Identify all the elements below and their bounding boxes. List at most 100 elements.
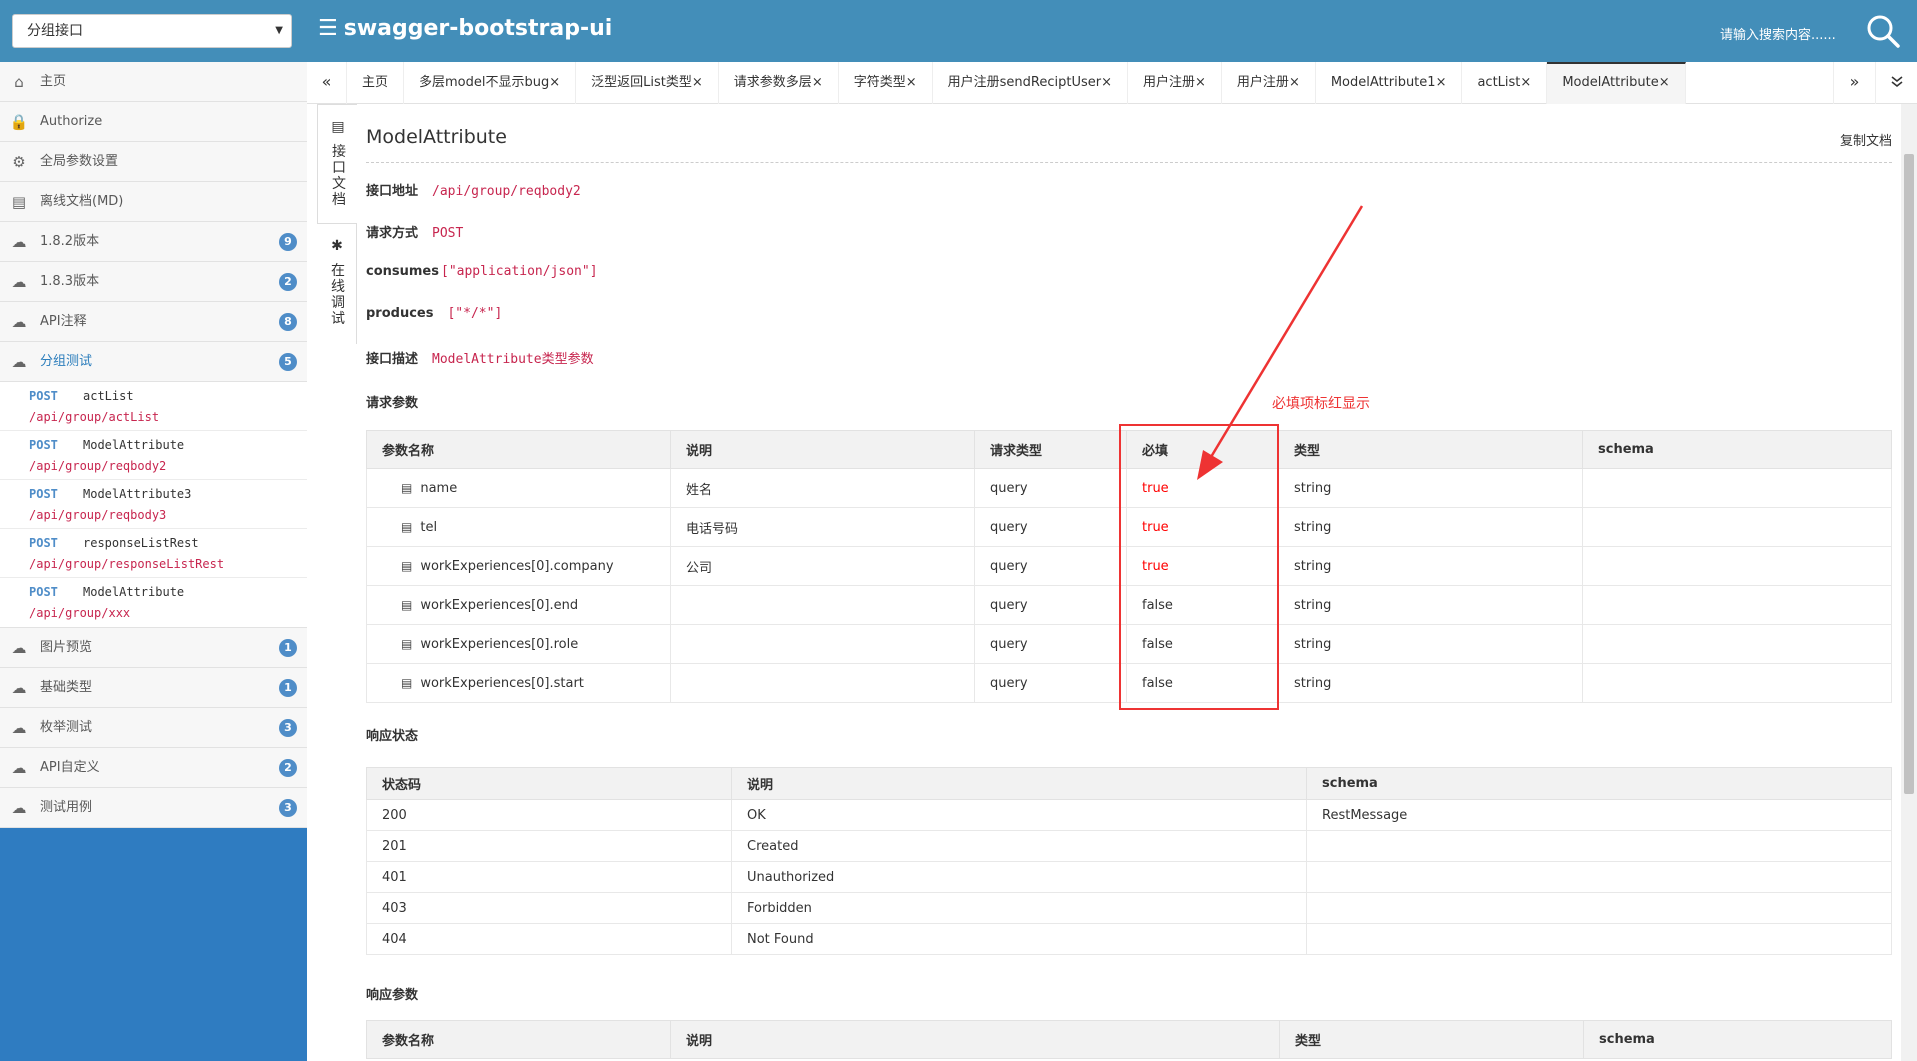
sidebar-item[interactable]: ☁ 测试用例 3	[0, 788, 307, 828]
sidebar-item[interactable]: ☁ 1.8.2版本 9	[0, 222, 307, 262]
status-desc: Unauthorized	[731, 861, 1307, 893]
sidebar-nav: ⌂ 主页 🔒 Authorize ⚙ 全局参数设置 ▤ 离线文档(MD) ☁ 1.8.2版本 9 ☁ 1…	[0, 62, 307, 828]
tab[interactable]: 请求参数多层×	[719, 62, 839, 104]
count-badge: 3	[279, 799, 297, 817]
document-icon: ▤	[11, 193, 27, 211]
group-select-value: 分组接口	[27, 23, 83, 39]
tab-scroll-right-button[interactable]: »	[1833, 62, 1875, 104]
tab-scroll-left-button[interactable]: «	[307, 62, 347, 104]
table-row: 403 Forbidden	[366, 892, 1892, 924]
tab[interactable]: 用户注册×	[1128, 62, 1222, 104]
cloud-icon: ☁	[11, 679, 27, 697]
sidebar-item[interactable]: 🔒 Authorize	[0, 102, 307, 142]
sidebar-item[interactable]: ▤ 离线文档(MD)	[0, 182, 307, 222]
param-in: query	[974, 546, 1127, 586]
tab-dropdown-button[interactable]	[1875, 62, 1917, 104]
param-type: string	[1278, 507, 1583, 547]
close-icon[interactable]: ×	[1436, 75, 1447, 90]
sidebar-item[interactable]: ☁ 基础类型 1	[0, 668, 307, 708]
api-name: responseListRest	[83, 536, 199, 550]
col-header: 参数名称	[366, 430, 671, 469]
tab[interactable]: 泛型返回List类型×	[576, 62, 719, 104]
cloud-icon: ☁	[11, 353, 27, 371]
sidebar-item[interactable]: ⌂ 主页	[0, 62, 307, 102]
api-item-line: POST ModelAttribute	[29, 435, 307, 455]
close-icon[interactable]: ×	[1195, 75, 1206, 90]
resp-status-label: 响应状态	[366, 729, 419, 744]
param-name: workExperiences[0].role	[420, 636, 579, 652]
col-header: 请求类型	[974, 430, 1127, 469]
tab[interactable]: actList×	[1462, 62, 1548, 104]
table-header-row: 参数名称 说明 类型 schema	[366, 1020, 1892, 1059]
param-name-cell: ▤ workExperiences[0].role	[366, 624, 671, 664]
sidebar-item-label: 离线文档(MD)	[40, 194, 124, 209]
sidebar-api-item[interactable]: POST responseListRest/api/group/responseL…	[0, 529, 307, 578]
search-input[interactable]: 请输入搜索内容......	[1720, 24, 1836, 43]
tab[interactable]: ModelAttribute1×	[1316, 62, 1463, 104]
sidebar-api-item[interactable]: POST ModelAttribute3/api/group/reqbody3	[0, 480, 307, 529]
api-path: /api/group/responseListRest	[29, 557, 225, 571]
sidebar-item[interactable]: ☁ API注释 8	[0, 302, 307, 342]
response-params-table: 参数名称 说明 类型 schema	[366, 1020, 1892, 1059]
tab[interactable]: 主页	[347, 62, 405, 104]
field-url-value: /api/group/reqbody2	[432, 184, 581, 199]
tab-api-doc-label: ▤ 接口文档	[328, 119, 348, 207]
tab[interactable]: 多层model不显示bug×	[404, 62, 577, 104]
sidebar-item[interactable]: ⚙ 全局参数设置	[0, 142, 307, 182]
http-method: POST	[29, 536, 58, 550]
close-icon[interactable]: ×	[1520, 75, 1531, 90]
tab-online-debug[interactable]: ✱ 在线调试	[317, 224, 357, 344]
status-schema	[1306, 892, 1892, 924]
http-method: POST	[29, 438, 58, 452]
sidebar-item-label: 1.8.3版本	[40, 274, 100, 289]
content-scrollbar[interactable]	[1901, 104, 1917, 1061]
sidebar-api-item[interactable]: POST ModelAttribute/api/group/xxx	[0, 578, 307, 627]
col-header: 类型	[1279, 1020, 1584, 1059]
page-title: ModelAttribute	[366, 126, 507, 148]
close-icon[interactable]: ×	[812, 75, 823, 90]
param-type: string	[1278, 546, 1583, 586]
table-row: 401 Unauthorized	[366, 861, 1892, 893]
debug-icon: ✱	[329, 238, 345, 256]
sidebar-item[interactable]: ☁ 枚举测试 3	[0, 708, 307, 748]
count-badge: 1	[279, 679, 297, 697]
tab[interactable]: ModelAttribute×	[1547, 62, 1686, 104]
tab[interactable]: 用户注册×	[1222, 62, 1316, 104]
sidebar-item-label: Authorize	[40, 114, 103, 129]
status-code: 201	[366, 830, 732, 862]
req-params-label: 请求参数	[366, 396, 419, 411]
field-produces-value: ["*/*"]	[447, 306, 503, 321]
tab[interactable]: 字符类型×	[839, 62, 933, 104]
sidebar-item[interactable]: ☁ 分组测试 5	[0, 342, 307, 382]
close-icon[interactable]: ×	[1101, 75, 1112, 90]
close-icon[interactable]: ×	[1659, 75, 1670, 90]
status-desc: OK	[731, 799, 1307, 831]
close-icon[interactable]: ×	[692, 75, 703, 90]
close-icon[interactable]: ×	[549, 75, 560, 90]
copy-doc-button[interactable]: 复制文档	[1840, 130, 1892, 149]
sidebar-item[interactable]: ☁ API自定义 2	[0, 748, 307, 788]
sidebar-sub-list: POST actList/api/group/actList POST ModelAt…	[0, 382, 307, 628]
scroll-thumb[interactable]	[1904, 154, 1914, 794]
close-icon[interactable]: ×	[906, 75, 917, 90]
menu-toggle-icon[interactable]: ☰	[318, 16, 338, 41]
brand-title: swagger-bootstrap-ui	[343, 16, 613, 41]
search-icon[interactable]	[1864, 12, 1902, 50]
api-name: actList	[83, 389, 134, 403]
sidebar-item-label: API自定义	[40, 760, 100, 775]
sidebar-api-item[interactable]: POST ModelAttribute/api/group/reqbody2	[0, 431, 307, 480]
close-icon[interactable]: ×	[1289, 75, 1300, 90]
param-in: query	[974, 663, 1127, 703]
sidebar-api-item[interactable]: POST actList/api/group/actList	[0, 382, 307, 431]
api-path: /api/group/reqbody2	[29, 459, 167, 473]
param-name: name	[420, 480, 458, 496]
brand[interactable]: ☰ swagger-bootstrap-ui	[318, 16, 612, 41]
param-desc: 电话号码	[670, 507, 975, 547]
tab-api-doc[interactable]: ▤ 接口文档	[317, 104, 357, 224]
sidebar-item[interactable]: ☁ 1.8.3版本 2	[0, 262, 307, 302]
group-select[interactable]: 分组接口 ▼	[12, 14, 292, 48]
cloud-icon: ☁	[11, 233, 27, 251]
sidebar-item[interactable]: ☁ 图片预览 1	[0, 628, 307, 668]
status-schema	[1306, 861, 1892, 893]
tab[interactable]: 用户注册sendReciptUser×	[933, 62, 1128, 104]
